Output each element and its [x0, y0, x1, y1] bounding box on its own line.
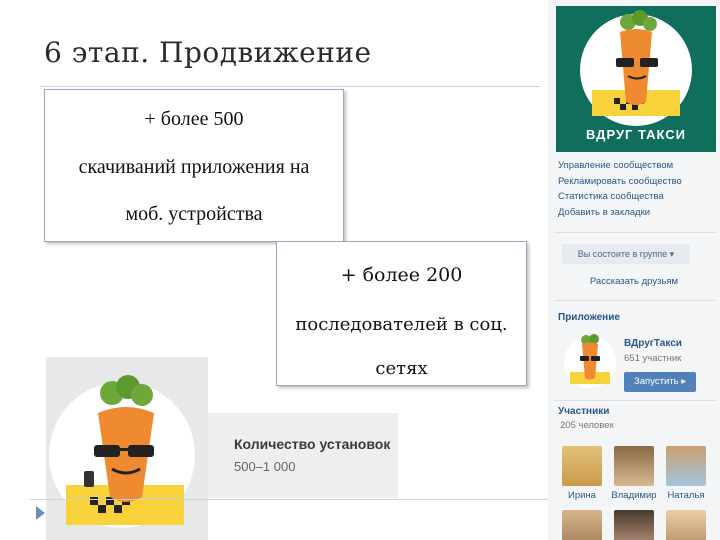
carrot-mascot-icon	[49, 375, 195, 528]
downloads-textbox: + более 500 скачиваний приложения на моб…	[44, 89, 344, 242]
app-name[interactable]: ВДругТакси	[624, 338, 682, 349]
member-avatar[interactable]	[666, 446, 706, 486]
install-count-panel: Количество установок 500–1 000	[208, 413, 398, 498]
member-name[interactable]: Владимир	[609, 490, 659, 501]
slide-title: 6 этап. Продвижение	[44, 36, 372, 69]
footer-divider	[30, 499, 550, 500]
app-section-title[interactable]: Приложение	[558, 312, 620, 323]
community-name-logo: ВДРУГ ТАКСИ	[585, 127, 687, 142]
title-divider	[40, 86, 540, 87]
followers-textbox: + более 200 последователей в соц. сетях	[276, 241, 527, 386]
member-avatar[interactable]	[614, 510, 654, 540]
downloads-device: моб. устройства	[125, 203, 263, 225]
community-avatar[interactable]: ВДРУГ ТАКСИ	[556, 6, 716, 152]
community-menu: Управление сообществом Рекламировать соо…	[558, 158, 718, 220]
member-name[interactable]: Наталья	[661, 490, 711, 501]
members-section-title[interactable]: Участники	[558, 406, 609, 417]
install-count-value: 500–1 000	[234, 459, 296, 474]
followers-network: сетях	[375, 358, 428, 379]
followers-count: + более 200	[340, 264, 463, 286]
share-link[interactable]: Рассказать друзьям	[548, 276, 720, 287]
menu-add-bookmark[interactable]: Добавить в закладки	[558, 205, 718, 221]
member-avatar[interactable]	[562, 446, 602, 486]
panel-divider	[554, 300, 716, 301]
followers-label: последователей в соц.	[295, 314, 508, 335]
members-count: 205 человек	[560, 420, 614, 431]
member-avatar[interactable]	[562, 510, 602, 540]
slide-nav-arrow-icon[interactable]	[36, 506, 45, 520]
membership-button[interactable]: Вы состоите в группе ▾	[562, 244, 690, 264]
app-icon-card	[46, 357, 208, 540]
downloads-label: скачиваний приложения на	[78, 156, 310, 178]
app-carrot-icon	[564, 334, 616, 388]
install-count-title: Количество установок	[234, 436, 391, 452]
app-members-count: 651 участник	[624, 353, 682, 364]
launch-app-button[interactable]: Запустить ▸	[624, 372, 696, 392]
downloads-count: + более 500	[144, 108, 244, 130]
member-avatar[interactable]	[614, 446, 654, 486]
menu-manage-community[interactable]: Управление сообществом	[558, 158, 718, 174]
member-avatar[interactable]	[666, 510, 706, 540]
menu-advertise-community[interactable]: Рекламировать сообщество	[558, 174, 718, 190]
menu-community-stats[interactable]: Статистика сообщества	[558, 189, 718, 205]
panel-divider	[554, 232, 716, 233]
app-icon[interactable]	[562, 332, 618, 392]
member-name[interactable]: Ирина	[557, 490, 607, 501]
panel-divider	[554, 400, 716, 401]
vk-community-panel: ВДРУГ ТАКСИ Управление сообществом Рекла…	[548, 0, 720, 540]
